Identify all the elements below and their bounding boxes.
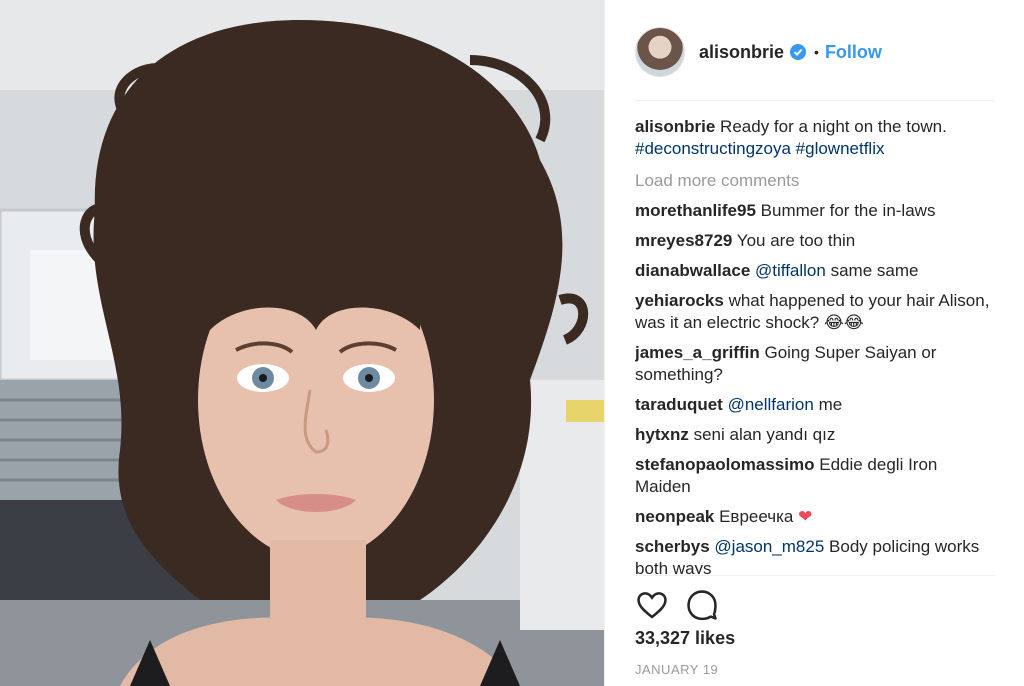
comment-text: me (818, 395, 843, 414)
header-divider (635, 100, 995, 101)
comments-list[interactable]: alisonbrie Ready for a night on the town… (635, 116, 995, 574)
caption-text: Ready for a night on the town. (720, 117, 947, 136)
author-username[interactable]: alisonbrie (699, 42, 784, 63)
post-sidebar: alisonbrie • Follow alisonbrie Ready for… (604, 0, 1024, 686)
comment-text: Bummer for the in-laws (760, 201, 936, 220)
likes-count[interactable]: 33,327 likes (635, 628, 735, 649)
comment-item: james_a_griffin Going Super Saiyan or so… (635, 342, 995, 386)
comment-username[interactable]: dianabwallace (635, 261, 750, 280)
follow-button[interactable]: Follow (825, 42, 882, 63)
post-photo[interactable] (0, 0, 604, 686)
caption-username[interactable]: alisonbrie (635, 117, 715, 136)
comment-username[interactable]: scherbys (635, 537, 710, 556)
comment-username[interactable]: morethanlife95 (635, 201, 756, 220)
comment-bubble-icon[interactable] (685, 588, 719, 622)
comment-item: dianabwallace @tiffallon same same (635, 260, 995, 282)
comment-text: Евреечка (719, 507, 794, 526)
caption-hashtags[interactable]: #deconstructingzoya #glownetflix (635, 139, 884, 158)
laughing-emoji-icon: 😂😂 (823, 313, 864, 333)
verified-badge-icon (790, 44, 807, 60)
load-more-comments-button[interactable]: Load more comments (635, 170, 995, 192)
comment-item: stefanopaolomassimo Eddie degli Iron Mai… (635, 454, 995, 498)
avatar[interactable] (635, 27, 685, 77)
comment-item: hytxnz seni alan yandı qız (635, 424, 995, 446)
comment-text: seni alan yandı qız (693, 425, 836, 444)
comment-username[interactable]: james_a_griffin (635, 343, 760, 362)
post-header: alisonbrie • Follow (635, 26, 882, 78)
comment-item: scherbys @jason_m825 Body policing works… (635, 536, 995, 574)
post-actions (635, 588, 735, 622)
comment-mention[interactable]: @tiffallon (755, 261, 826, 280)
comment-text: same same (830, 261, 919, 280)
red-heart-emoji-icon: ❤ (798, 507, 813, 527)
comment-username[interactable]: neonpeak (635, 507, 714, 526)
comment-item: yehiarocks what happened to your hair Al… (635, 290, 995, 334)
comment-item: mreyes8729 You are too thin (635, 230, 995, 252)
comment-mention[interactable]: @nellfarion (728, 395, 814, 414)
portrait-photo (0, 0, 604, 686)
comment-username[interactable]: taraduquet (635, 395, 723, 414)
comment-username[interactable]: mreyes8729 (635, 231, 732, 250)
caption: alisonbrie Ready for a night on the town… (635, 116, 995, 160)
comment-username[interactable]: hytxnz (635, 425, 689, 444)
comment-username[interactable]: stefanopaolomassimo (635, 455, 815, 474)
comment-item: morethanlife95 Bummer for the in-laws (635, 200, 995, 222)
actions-divider (635, 575, 995, 576)
comment-text: You are too thin (736, 231, 856, 250)
post-date: JANUARY 19 (635, 662, 719, 677)
heart-outline-icon[interactable] (635, 588, 669, 622)
comment-item: taraduquet @nellfarion me (635, 394, 995, 416)
separator-dot: • (814, 44, 819, 60)
comment-mention[interactable]: @jason_m825 (714, 537, 824, 556)
comment-username[interactable]: yehiarocks (635, 291, 724, 310)
comment-item: neonpeak Евреечка ❤ (635, 506, 995, 528)
instagram-post: alisonbrie • Follow alisonbrie Ready for… (0, 0, 1024, 686)
